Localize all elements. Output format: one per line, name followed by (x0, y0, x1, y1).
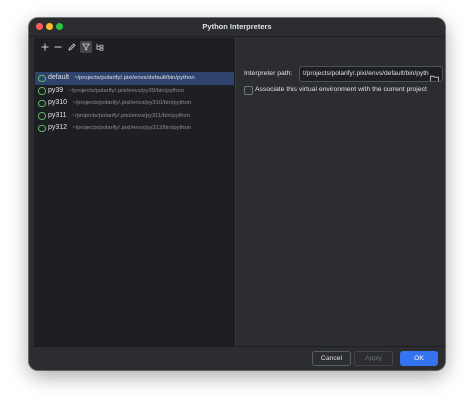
interpreter-list-pane: default ~/projects/polarify/.pixi/envs/d… (34, 38, 236, 364)
python-env-icon (38, 99, 46, 107)
filter-icon[interactable] (80, 41, 92, 53)
interpreter-name: py310 (48, 99, 68, 106)
python-env-icon (38, 112, 46, 120)
interpreter-name: py39 (48, 86, 64, 94)
tree-icon[interactable] (94, 41, 106, 53)
python-env-icon (38, 87, 46, 95)
pencil-icon[interactable] (66, 41, 78, 53)
associate-checkbox[interactable] (244, 86, 253, 95)
interpreter-path: ~/projects/polarify/.pixi/envs/py310/bin… (72, 100, 192, 106)
associate-label[interactable]: Associate this virtual environment with … (255, 85, 427, 95)
interpreter-row-default[interactable]: default ~/projects/polarify/.pixi/envs/d… (35, 72, 234, 85)
interpreter-name: default (48, 74, 70, 81)
interpreter-row-py310[interactable]: py310 ~/projects/polarify/.pixi/envs/py3… (35, 97, 234, 110)
python-env-icon (38, 74, 46, 82)
interpreter-path: ~/projects/polarify/.pixi/envs/py312/bin… (72, 125, 192, 131)
folder-icon[interactable] (430, 70, 439, 81)
title-bar: Python Interpreters (29, 18, 445, 37)
interpreter-path-label: Interpreter path: (244, 70, 293, 77)
interpreter-row-py311[interactable]: py311 ~/projects/polarify/.pixi/envs/py3… (35, 110, 234, 123)
minus-icon[interactable] (52, 41, 64, 53)
interpreter-row-py39[interactable]: py39 ~/projects/polarify/.pixi/envs/py39… (35, 85, 234, 98)
interpreter-list: default ~/projects/polarify/.pixi/envs/d… (35, 72, 234, 135)
interpreter-path: ~/projects/polarify/.pixi/envs/py311/bin… (71, 112, 191, 119)
ok-button[interactable]: OK (400, 351, 438, 366)
interpreter-path: ~/projects/polarify/.pixi/envs/py39/bin/… (68, 87, 184, 94)
interpreter-path: ~/projects/polarify/.pixi/envs/default/b… (73, 75, 195, 81)
interpreter-details-pane: Interpreter path: t/projects/polarify/.p… (236, 38, 445, 364)
interpreter-row-py312[interactable]: py312 ~/projects/polarify/.pixi/envs/py3… (35, 122, 234, 135)
interpreter-name: py311 (48, 111, 67, 119)
interpreter-path-value: t/projects/polarify/.pixi/envs/default/b… (303, 70, 429, 77)
cancel-button[interactable]: Cancel (312, 351, 351, 366)
plus-icon[interactable] (39, 41, 51, 53)
python-interpreters-dialog: Python Interpreters default ~/projects/p… (29, 18, 445, 370)
interpreter-path-field[interactable]: t/projects/polarify/.pixi/envs/default/b… (299, 66, 443, 82)
dialog-title: Python Interpreters (202, 22, 272, 31)
apply-button[interactable]: Apply (354, 351, 393, 366)
python-env-icon (38, 124, 46, 132)
dialog-footer: Cancel Apply OK (29, 346, 445, 370)
interpreter-name: py312 (48, 124, 68, 131)
